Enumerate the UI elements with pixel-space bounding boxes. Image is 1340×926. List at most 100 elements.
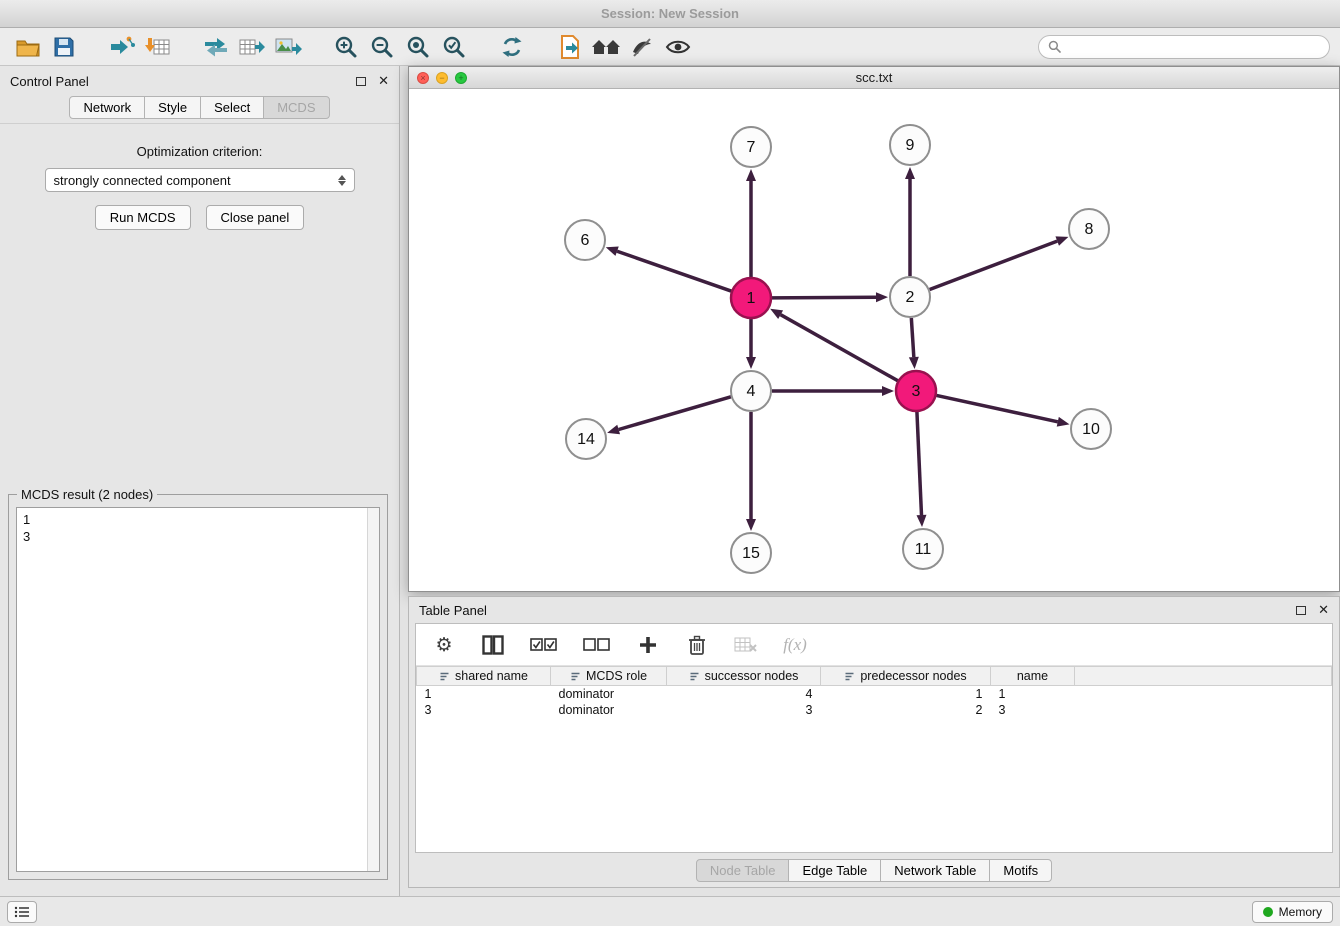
graph-edges[interactable] — [606, 167, 1070, 531]
result-scrollbar[interactable] — [367, 508, 379, 871]
tab-motifs[interactable]: Motifs — [989, 859, 1052, 882]
search-icon — [1048, 40, 1061, 53]
svg-text:7: 7 — [747, 139, 756, 156]
tab-mcds[interactable]: MCDS — [263, 96, 329, 119]
tab-network[interactable]: Network — [69, 96, 145, 119]
graph-node-3[interactable]: 3 — [896, 371, 936, 411]
save-session-button[interactable] — [46, 31, 82, 63]
close-panel-button[interactable]: Close panel — [206, 205, 305, 230]
column-header-mcds-role[interactable]: MCDS role — [551, 667, 667, 686]
graph-node-15[interactable]: 15 — [731, 533, 771, 573]
table-row[interactable]: 1dominator411 — [417, 686, 1332, 702]
graph-node-14[interactable]: 14 — [566, 419, 606, 459]
window-minimize-icon[interactable]: − — [436, 72, 448, 84]
zoom-fit-button[interactable] — [400, 31, 436, 63]
svg-text:10: 10 — [1082, 421, 1100, 438]
eye-icon — [665, 38, 691, 56]
close-table-panel-icon[interactable]: ✕ — [1318, 602, 1329, 618]
refresh-button[interactable] — [494, 31, 530, 63]
zoom-selected-button[interactable] — [436, 31, 472, 63]
sort-icon — [689, 671, 700, 682]
tab-node-table[interactable]: Node Table — [696, 859, 790, 882]
network-overview-button[interactable] — [588, 31, 624, 63]
zoom-in-button[interactable] — [328, 31, 364, 63]
column-header-name[interactable]: name — [991, 667, 1075, 686]
export-table-button[interactable] — [234, 31, 270, 63]
run-mcds-button[interactable]: Run MCDS — [95, 205, 191, 230]
cell-mcds-role[interactable]: dominator — [551, 702, 667, 718]
select-all-columns-icon[interactable] — [530, 631, 558, 659]
style-button[interactable] — [624, 31, 660, 63]
open-session-button[interactable] — [10, 31, 46, 63]
float-panel-icon[interactable] — [356, 77, 366, 86]
cell-mcds-role[interactable]: dominator — [551, 686, 667, 702]
cell-predecessor-nodes[interactable]: 2 — [821, 702, 991, 718]
graph-node-11[interactable]: 11 — [903, 529, 943, 569]
delete-table-icon — [734, 631, 758, 659]
deselect-all-columns-icon[interactable] — [583, 631, 611, 659]
search-field[interactable] — [1038, 35, 1330, 59]
table-panel-header: Table Panel ✕ — [409, 597, 1339, 623]
memory-button[interactable]: Memory — [1252, 901, 1333, 923]
column-layout-icon[interactable] — [481, 631, 505, 659]
zoom-selected-icon — [442, 35, 466, 59]
zoom-fit-icon — [406, 35, 430, 59]
graph-node-9[interactable]: 9 — [890, 125, 930, 165]
column-header-successor-nodes[interactable]: successor nodes — [667, 667, 821, 686]
zoom-out-button[interactable] — [364, 31, 400, 63]
cell-name[interactable]: 3 — [991, 702, 1075, 718]
graph-node-2[interactable]: 2 — [890, 277, 930, 317]
tab-network-table[interactable]: Network Table — [880, 859, 990, 882]
graph-node-1[interactable]: 1 — [731, 278, 771, 318]
import-network-button[interactable] — [104, 31, 140, 63]
svg-text:15: 15 — [742, 545, 760, 562]
save-floppy-icon — [53, 36, 75, 58]
mcds-result-text: 1 3 — [17, 508, 365, 871]
import-table-button[interactable] — [140, 31, 176, 63]
copy-view-button[interactable] — [552, 31, 588, 63]
network-canvas[interactable]: 7 9 6 8 1 2 4 3 14 10 15 11 — [409, 89, 1339, 591]
control-panel: Control Panel ✕ Network Style Select MCD… — [0, 66, 400, 896]
svg-text:4: 4 — [747, 383, 756, 400]
cell-name[interactable]: 1 — [991, 686, 1075, 702]
graph-node-8[interactable]: 8 — [1069, 209, 1109, 249]
network-canvas-svg[interactable]: 7 9 6 8 1 2 4 3 14 10 15 11 — [409, 89, 1339, 591]
network-window-title: scc.txt — [409, 70, 1339, 85]
cell-shared-name[interactable]: 1 — [417, 686, 551, 702]
mcds-result-area[interactable]: 1 3 — [16, 507, 380, 872]
tab-edge-table[interactable]: Edge Table — [788, 859, 881, 882]
main-toolbar — [0, 28, 1340, 66]
column-header-shared-name[interactable]: shared name — [417, 667, 551, 686]
cell-predecessor-nodes[interactable]: 1 — [821, 686, 991, 702]
window-zoom-icon[interactable]: + — [455, 72, 467, 84]
criterion-dropdown[interactable]: strongly connected component — [45, 168, 355, 192]
graph-node-6[interactable]: 6 — [565, 220, 605, 260]
cell-successor-nodes[interactable]: 4 — [667, 686, 821, 702]
export-network-icon — [203, 36, 229, 58]
cell-shared-name[interactable]: 3 — [417, 702, 551, 718]
export-image-button[interactable] — [270, 31, 306, 63]
graph-node-4[interactable]: 4 — [731, 371, 771, 411]
tab-select[interactable]: Select — [200, 96, 264, 119]
add-column-icon[interactable] — [636, 631, 660, 659]
column-header-predecessor-nodes[interactable]: predecessor nodes — [821, 667, 991, 686]
cell-successor-nodes[interactable]: 3 — [667, 702, 821, 718]
network-window-titlebar: × − + scc.txt — [409, 67, 1339, 89]
status-bar: Memory — [0, 896, 1340, 926]
graph-node-10[interactable]: 10 — [1071, 409, 1111, 449]
table-settings-gear-icon[interactable]: ⚙ — [432, 631, 456, 659]
table-row[interactable]: 3dominator323 — [417, 702, 1332, 718]
export-network-button[interactable] — [198, 31, 234, 63]
control-panel-tabs: Network Style Select MCDS — [0, 96, 399, 124]
tab-style[interactable]: Style — [144, 96, 201, 119]
float-table-panel-icon[interactable] — [1296, 606, 1306, 615]
delete-column-trash-icon[interactable] — [685, 631, 709, 659]
svg-text:8: 8 — [1085, 221, 1094, 238]
window-close-icon[interactable]: × — [417, 72, 429, 84]
table-panel-title: Table Panel — [419, 603, 487, 618]
close-panel-icon[interactable]: ✕ — [378, 73, 389, 89]
task-history-button[interactable] — [7, 901, 37, 923]
graph-node-7[interactable]: 7 — [731, 127, 771, 167]
search-input[interactable] — [1067, 39, 1320, 54]
show-hide-button[interactable] — [660, 31, 696, 63]
